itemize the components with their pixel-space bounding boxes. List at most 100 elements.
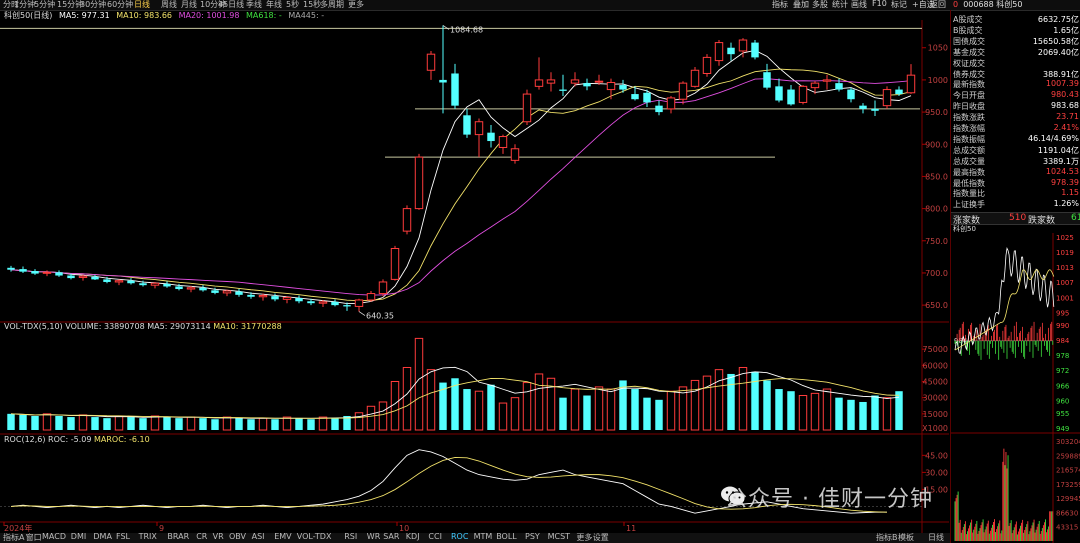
period-tab[interactable]: 年线 (266, 0, 282, 10)
candle-body (366, 293, 376, 301)
period-tab[interactable]: 月线 (181, 0, 197, 10)
volume-bar (835, 397, 843, 430)
quote-row: 指数振幅 46.14/4.69% (953, 134, 1079, 144)
indicator-tab[interactable]: BOLL (496, 532, 517, 541)
indicator-tab[interactable]: ASI (252, 532, 265, 541)
candle-body (402, 208, 412, 232)
volume-bar (738, 366, 748, 431)
period-tab[interactable]: 1分钟 (14, 0, 35, 10)
candle-body (775, 86, 783, 101)
kline-chart[interactable]: 1050 1000 950.0 900.0 850.0 800.0 750.0 700.0 65… (0, 20, 950, 543)
period-tab[interactable]: 周线 (161, 0, 177, 10)
volume-legend: VOL-TDX(5,10) VOLUME: 33890708 MA5: 2907… (4, 322, 282, 331)
quote-label: B股成交 (953, 25, 983, 35)
mini-title: 科创50 (953, 224, 976, 233)
indicator-tab[interactable]: ROC (451, 532, 468, 541)
volume-bar (487, 384, 495, 430)
period-tab[interactable]: 5秒 (286, 0, 299, 10)
volume-bar (127, 417, 135, 430)
volume-bar (522, 382, 532, 431)
period-tab[interactable]: 60分钟 (107, 0, 133, 10)
period-tab[interactable]: 45日线 (218, 0, 244, 10)
quote-label: 今日开盘 (953, 91, 985, 101)
indicator-tab[interactable]: 指标B (876, 532, 898, 543)
legend-ma618: MA618: - (245, 11, 282, 20)
candle-body (655, 105, 663, 113)
price-axis-label: 1050 (928, 44, 948, 53)
price-axis-label: 850.0 (925, 172, 948, 181)
mini-volume-label: 259889 (1056, 452, 1080, 460)
volume-bar (474, 390, 484, 431)
intraday-mini-chart[interactable]: 科创50 1025 1019 1013 1007 1001 995 990 984 978 972 9… (951, 223, 1080, 543)
indicator-tab[interactable]: WR (367, 532, 380, 541)
candle-body (331, 301, 339, 306)
period-tab[interactable]: 多周期 (320, 0, 344, 10)
volume-bar (307, 419, 315, 430)
quote-value: 1191.04亿 (1037, 145, 1079, 155)
indicator-tab[interactable]: SAR (383, 532, 399, 541)
indicator-tab[interactable]: 指标A (3, 532, 24, 543)
candle-body (559, 89, 567, 91)
toolbar-button[interactable]: F10 (872, 0, 887, 8)
indicator-tab[interactable]: DMI (71, 532, 86, 541)
indicator-tab[interactable]: CCI (428, 532, 442, 541)
stock-code-value: 000688 (963, 0, 994, 9)
volume-bar (666, 390, 676, 431)
indicator-tab[interactable]: MCST (548, 532, 570, 541)
volume-bar (150, 415, 160, 431)
indicator-tab[interactable]: VOL-TDX (297, 532, 332, 541)
high-label: 1084.68 (450, 25, 483, 34)
indicator-tab[interactable]: BRAR (167, 532, 189, 541)
volume-bar (882, 397, 892, 431)
mini-price-label: 972 (1056, 367, 1069, 375)
quote-row: 最低指数 978.39 (953, 178, 1079, 188)
indicator-tab[interactable]: KDJ (406, 532, 420, 541)
candle-body (498, 136, 508, 148)
candle-body (114, 280, 124, 283)
indicator-tab[interactable]: MTM (474, 532, 493, 541)
indicator-tab[interactable]: MACD (42, 532, 66, 541)
mini-price-label: 960 (1056, 397, 1069, 405)
quote-row: 指数涨幅 2.41% (953, 123, 1079, 133)
indicator-tab[interactable]: PSY (525, 532, 540, 541)
indicator-tab[interactable]: OBV (229, 532, 246, 541)
candle-body (690, 69, 700, 87)
period-tab[interactable]: 季线 (246, 0, 262, 10)
indicator-tab[interactable]: TRIX (139, 532, 157, 541)
quote-value: 46.14/4.69% (1027, 133, 1079, 143)
candle-body (235, 291, 243, 295)
volume-bar (235, 418, 243, 430)
toolbar-button[interactable]: 指标 (772, 0, 788, 10)
candle-body (19, 269, 27, 272)
indicator-tab[interactable]: EMV (274, 532, 291, 541)
indicator-tab[interactable]: FSL (116, 532, 130, 541)
candle-body (619, 85, 627, 90)
period-tab[interactable]: 更多 (348, 0, 364, 10)
toolbar-button[interactable]: 返回 (930, 0, 946, 10)
toolbar-button[interactable]: 叠加 (793, 0, 809, 10)
period-tab[interactable]: 15秒 (303, 0, 321, 10)
period-tab[interactable]: 5分钟 (34, 0, 55, 10)
toolbar-button[interactable]: 多股 (812, 0, 828, 10)
volume-bar (859, 401, 867, 430)
candle-body (510, 148, 520, 161)
candle-body (522, 93, 532, 123)
price-axis-label: 1000 (928, 76, 948, 85)
candle-body (175, 286, 183, 290)
indicator-tab[interactable]: 设置 (593, 532, 609, 543)
indicator-tab[interactable]: CR (196, 532, 207, 541)
candle-body (78, 275, 88, 278)
volume-bar (91, 417, 99, 430)
period-tab[interactable]: 30分钟 (80, 0, 106, 10)
toolbar-button[interactable]: 标记 (891, 0, 907, 10)
indicator-tab[interactable]: RSI (344, 532, 357, 541)
indicator-tab[interactable]: DMA (93, 532, 112, 541)
toolbar-button[interactable]: 统计 (832, 0, 848, 10)
indicator-tab[interactable]: VR (213, 532, 224, 541)
indicator-tab[interactable]: 更多 (576, 532, 592, 543)
candle-body (67, 275, 75, 279)
indicator-tab[interactable]: 窗口 (26, 532, 42, 543)
toolbar-button[interactable]: 画线 (851, 0, 867, 10)
indicator-tab[interactable]: 模板 (898, 532, 914, 543)
period-tab[interactable]: 日线 (134, 0, 150, 10)
